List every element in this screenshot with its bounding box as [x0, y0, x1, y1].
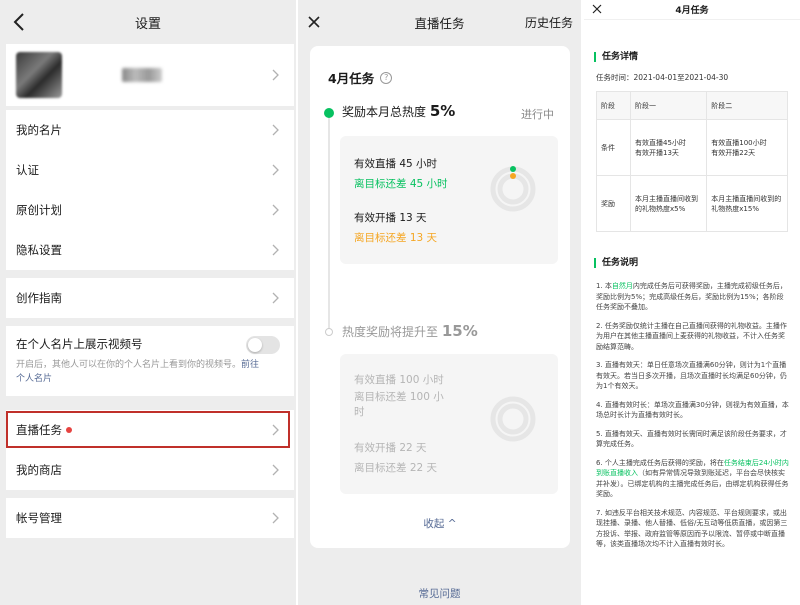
rule-item: 4. 直播有效时长：单场次直播满30分钟，则视为有效直播，本场总时长计为直播有效… [596, 400, 789, 420]
stage1-progress-card: 有效直播 45 小时 离目标还差 45 小时 有效开播 13 天 离目标还差 1… [340, 136, 558, 264]
settings-item-showcase: 在个人名片上展示视频号 开启后，其他人可以在你的个人名片上看到你的视频号。前往个… [6, 326, 294, 396]
table-cell: 本月主播直播间收到的礼物热度x15% [706, 175, 788, 232]
table-cell: 本月主播直播间收到的礼物热度x5% [629, 175, 708, 232]
details-nav-bar: 4月任务 [584, 0, 800, 20]
stage2-hours: 有效直播 100 小时 [354, 374, 444, 386]
history-tasks-button[interactable]: 历史任务 [525, 14, 573, 31]
section-title-rules: 任务说明 [594, 258, 638, 268]
new-badge-dot [66, 427, 72, 433]
task-card-title: 4月任务 ? [328, 68, 393, 87]
chevron-right-icon [272, 464, 279, 476]
stage2-days-gap: 离目标还差 22 天 [354, 462, 438, 474]
close-icon[interactable] [592, 4, 602, 14]
live-task-nav-bar: 直播任务 历史任务 [298, 0, 581, 44]
stage1-hours: 有效直播 45 小时 [354, 158, 438, 170]
chevron-right-icon [272, 424, 279, 436]
settings-nav-bar: 设置 [0, 0, 296, 44]
settings-item-label: 认证 [16, 163, 39, 177]
collapse-button[interactable]: 收起 ^ [310, 516, 570, 531]
timeline-dot-pending [325, 328, 333, 336]
table-cell: 有效直播45小时 有效开播13天 [629, 119, 708, 176]
timeline-line [328, 112, 330, 332]
page-title: 4月任务 [675, 6, 709, 16]
table-row: 条件 有效直播45小时 有效开播13天 有效直播100小时 有效开播22天 [596, 119, 788, 176]
settings-item-original[interactable]: 原创计划 [6, 190, 294, 230]
rule-item: 3. 直播有效天：单日任意场次直播满60分钟，则计为1个直播有效天。若当日多次开… [596, 361, 787, 390]
rule-item: 5. 直播有效天、直播有效时长需同时满足该阶段任务要求，才算完成任务。 [596, 429, 787, 449]
settings-item-label: 我的商店 [16, 463, 62, 477]
table-cell: 有效直播100小时 有效开播22天 [706, 119, 788, 176]
settings-item-card[interactable]: 我的名片 [6, 110, 294, 150]
stage2-hours-gap: 离目标还差 100 小时 [354, 391, 444, 418]
rule-item: 6. 个人主播完成任务后获得的奖励，将在任务结束后24小时内到账直播收入（如有异… [596, 458, 789, 499]
progress-ring-icon [490, 396, 536, 442]
task-card: 4月任务 ? 奖励本月总热度 5% 进行中 有效直播 45 小时 离目标还差 4… [310, 46, 570, 548]
table-row: 阶段 阶段一 阶段二 [596, 91, 788, 120]
page-title: 设置 [134, 16, 161, 32]
table-header: 阶段二 [706, 91, 788, 120]
rule-item: 1. 本自然月内完成任务后可获得奖励，主播完成初级任务后，奖励比例为5%；完成高… [596, 282, 787, 311]
task-details-screen: 4月任务 任务详情 任务时间：2021-04-01至2021-04-30 阶段 … [584, 0, 800, 605]
settings-item-privacy[interactable]: 隐私设置 [6, 230, 294, 270]
chevron-right-icon [272, 69, 279, 81]
table-cell: 奖励 [596, 175, 631, 232]
settings-item-verify[interactable]: 认证 [6, 150, 294, 190]
settings-item-label: 创作指南 [16, 291, 62, 305]
stage1-status: 进行中 [521, 108, 554, 121]
settings-item-label: 帐号管理 [16, 511, 62, 525]
showcase-label: 在个人名片上展示视频号 [16, 337, 143, 351]
rule-item: 7. 如违反平台相关技术规范、内容规范、平台规则要求，或出现挂播、录播、他人替播… [596, 508, 788, 549]
settings-item-label: 原创计划 [16, 203, 62, 217]
settings-item-label: 直播任务 [16, 423, 62, 437]
chevron-right-icon [272, 124, 279, 136]
chevron-right-icon [272, 244, 279, 256]
rules-list: 1. 本自然月内完成任务后可获得奖励，主播完成初级任务后，奖励比例为5%；完成高… [596, 281, 790, 558]
stage2-title: 热度奖励将提升至 15% [342, 322, 478, 340]
live-task-screen: 直播任务 历史任务 4月任务 ? 奖励本月总热度 5% 进行中 有效直播 45 … [298, 0, 581, 605]
page-title: 直播任务 [414, 15, 465, 31]
table-cell: 条件 [596, 119, 631, 176]
help-icon[interactable]: ? [380, 71, 393, 84]
stage1-days-gap: 离目标还差 13 天 [354, 232, 438, 244]
showcase-toggle[interactable] [246, 336, 280, 354]
settings-item-live-task[interactable]: 直播任务 [6, 410, 294, 450]
table-header: 阶段一 [629, 91, 708, 120]
settings-item-account[interactable]: 帐号管理 [6, 498, 294, 538]
chevron-up-icon: ^ [447, 518, 457, 530]
showcase-description: 开启后，其他人可以在你的个人名片上看到你的视频号。前往个人名片 [16, 360, 260, 384]
stage2-progress-card: 有效直播 100 小时 离目标还差 100 小时 有效开播 22 天 离目标还差… [340, 354, 558, 494]
settings-item-guide[interactable]: 创作指南 [6, 278, 294, 318]
stage1-title: 奖励本月总热度 5% [342, 102, 456, 120]
faq-link[interactable]: 常见问题 [298, 586, 581, 601]
chevron-right-icon [272, 204, 279, 216]
avatar [16, 52, 62, 98]
table-row: 奖励 本月主播直播间收到的礼物热度x5% 本月主播直播间收到的礼物热度x15% [596, 175, 788, 232]
task-time: 任务时间：2021-04-01至2021-04-30 [596, 73, 729, 82]
stage1-hours-gap: 离目标还差 45 小时 [354, 178, 448, 190]
table-header: 阶段 [596, 91, 631, 120]
progress-ring-icon [490, 166, 536, 212]
chevron-right-icon [272, 512, 279, 524]
settings-item-label: 我的名片 [16, 123, 62, 137]
settings-item-label: 隐私设置 [16, 243, 62, 257]
back-arrow-icon[interactable] [8, 10, 32, 34]
chevron-right-icon [272, 292, 279, 304]
settings-screen: 设置 我的名片 认证 原创计划 隐私设置 创作指南 在个人名片上展示视频号 开启… [0, 0, 296, 605]
profile-row[interactable] [6, 44, 294, 106]
settings-item-shop[interactable]: 我的商店 [6, 450, 294, 490]
section-title-details: 任务详情 [594, 52, 638, 62]
profile-name-blurred [122, 68, 162, 82]
task-table: 阶段 阶段一 阶段二 条件 有效直播45小时 有效开播13天 有效直播100小时有… [596, 91, 788, 232]
chevron-right-icon [272, 164, 279, 176]
close-icon[interactable] [306, 14, 322, 30]
stage2-days: 有效开播 22 天 [354, 442, 427, 454]
rule-item: 2. 任务奖励仅统计主播在自己直播间获得的礼物收益。主播作为用户在其他主播直播间… [596, 321, 787, 351]
timeline-dot-active [324, 108, 334, 118]
stage1-days: 有效开播 13 天 [354, 212, 427, 224]
